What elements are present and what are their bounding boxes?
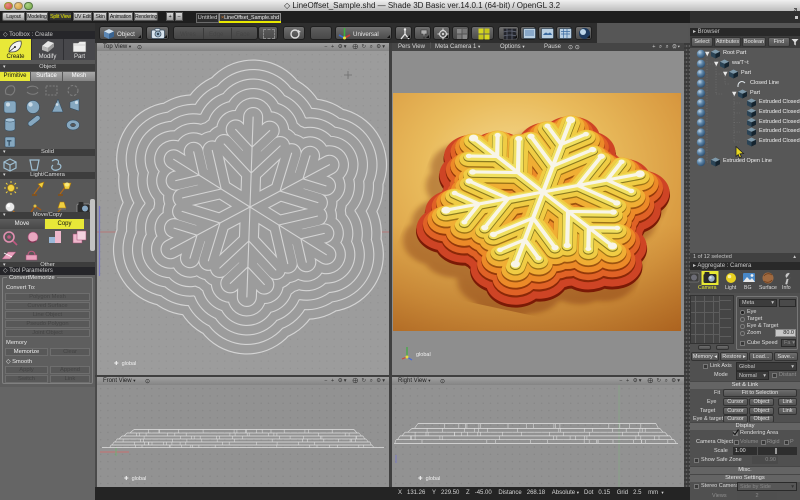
svg-text:T: T	[7, 141, 12, 148]
